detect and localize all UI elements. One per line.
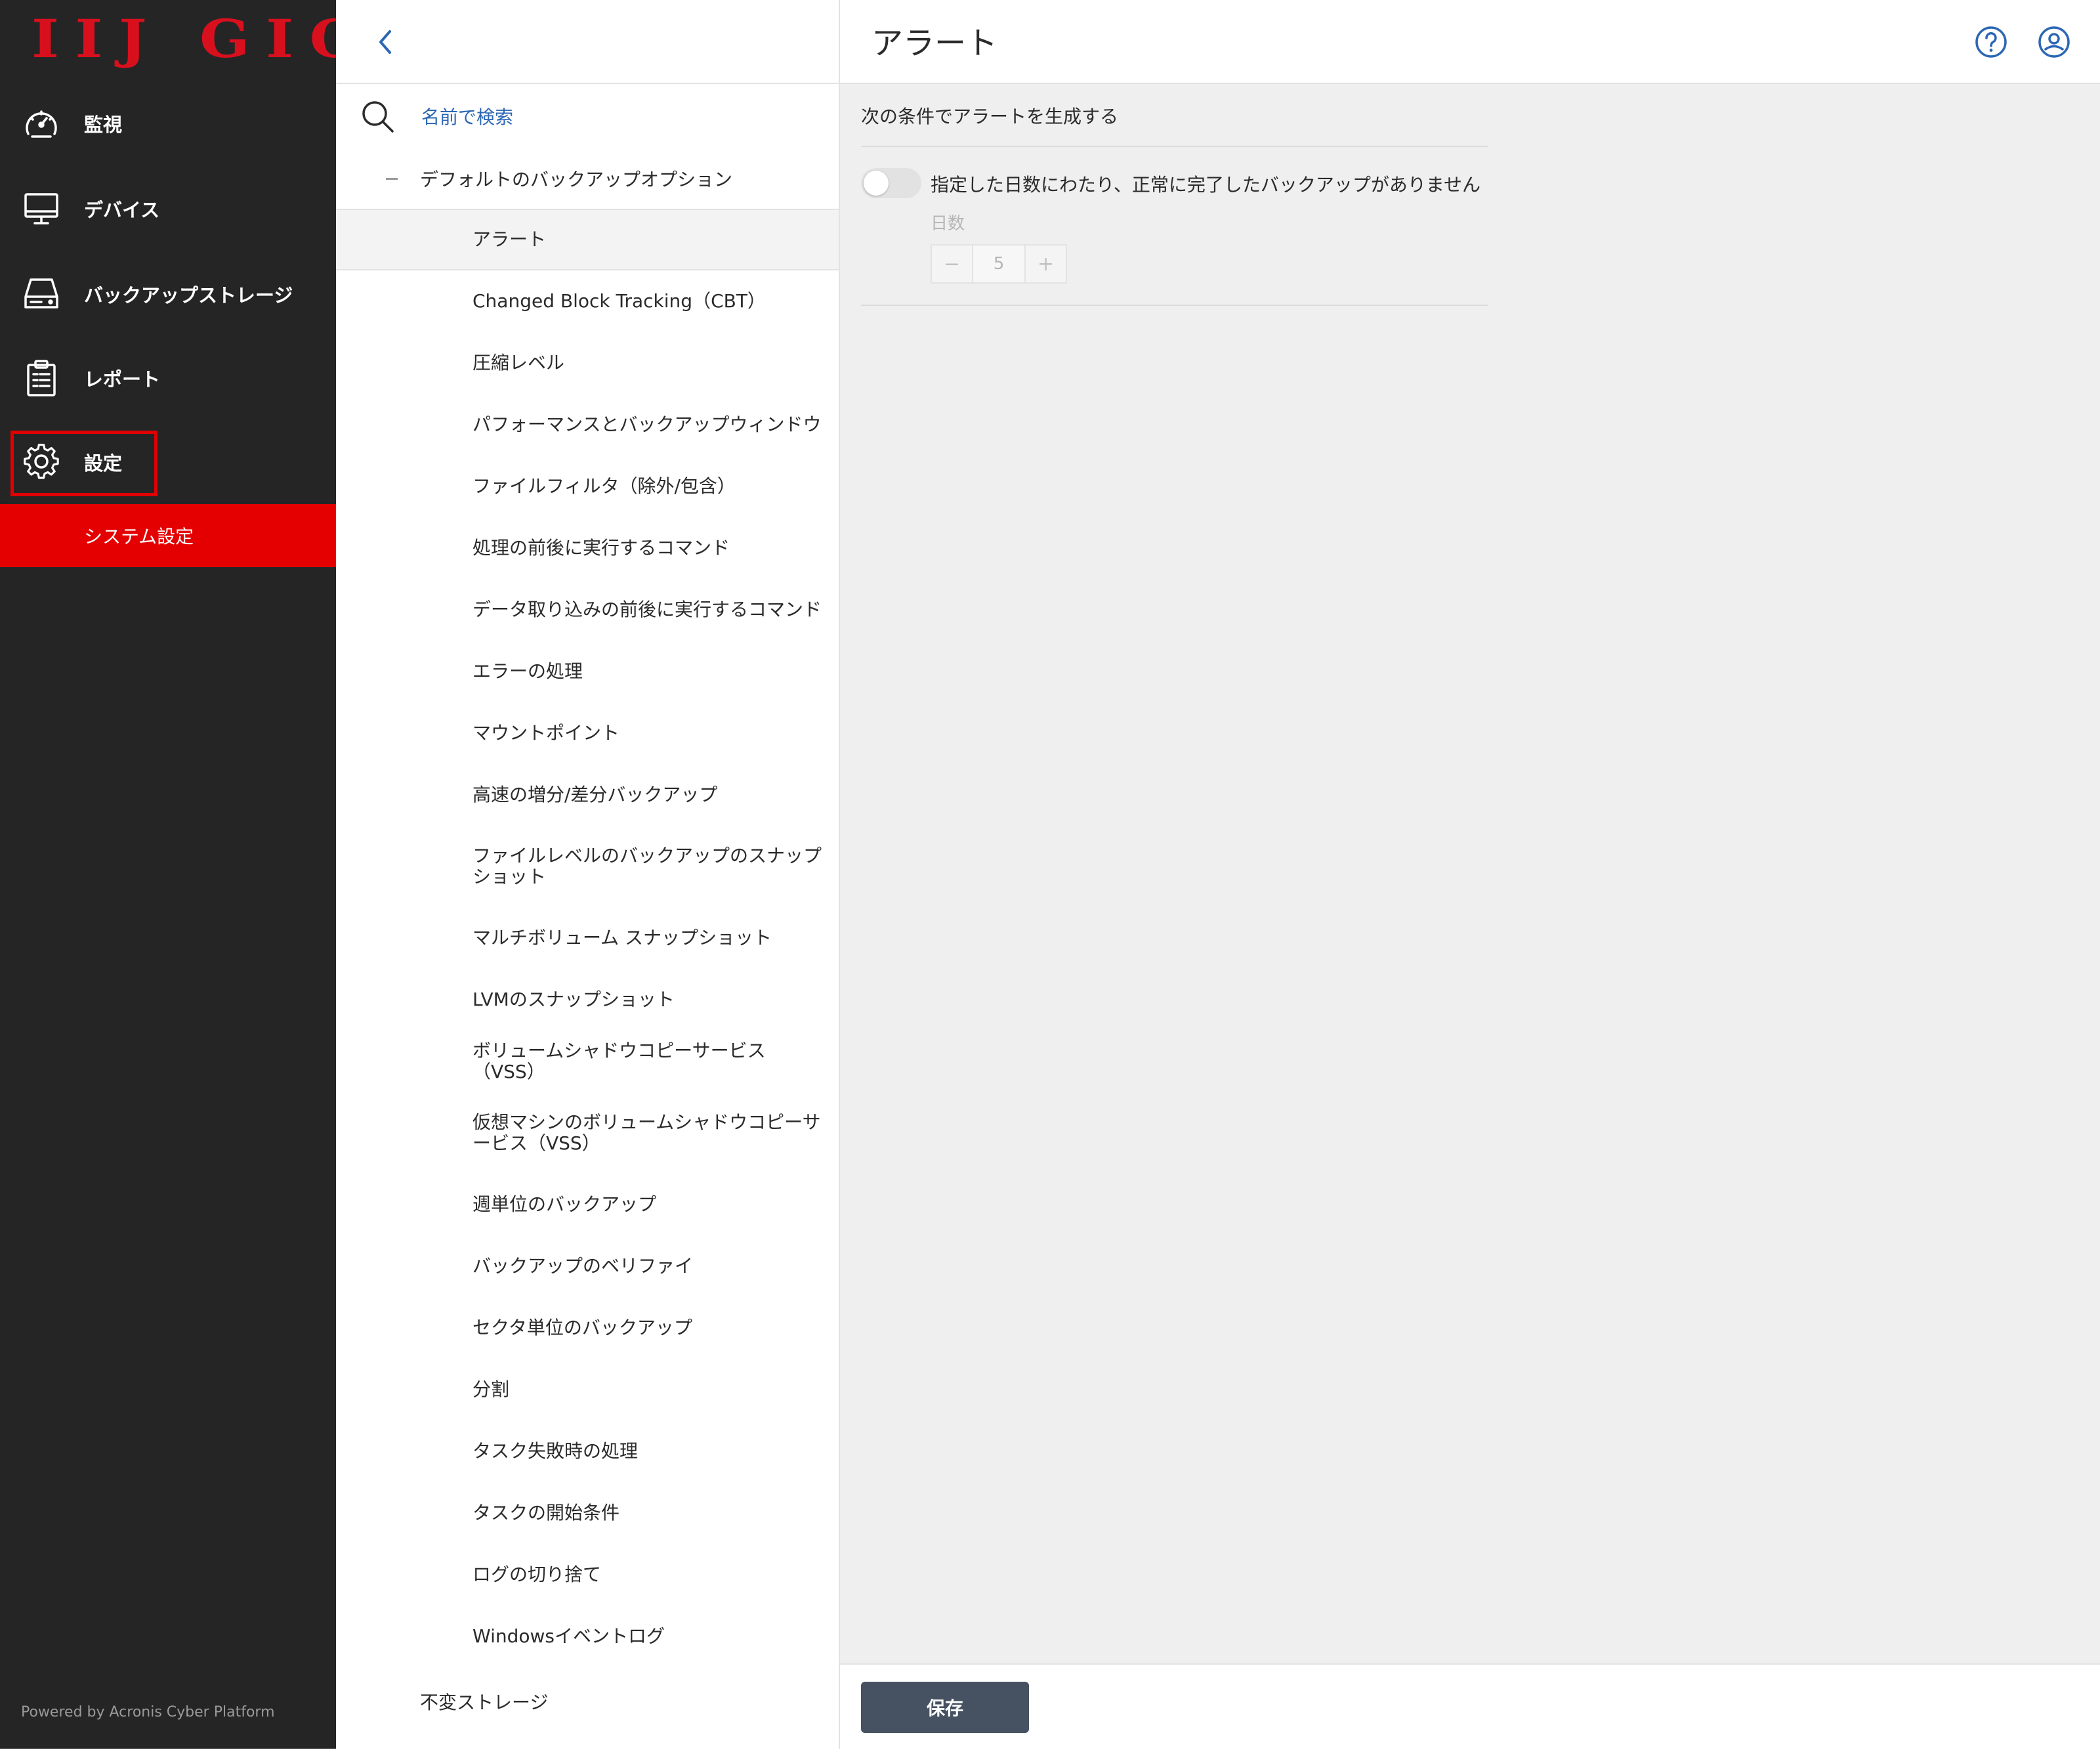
subnav-item-system-settings[interactable]: システム設定 <box>0 504 336 567</box>
tree-item-label: タスクの開始条件 <box>472 1502 620 1524</box>
nav-label: デバイス <box>84 199 160 221</box>
tree-item-label: ボリュームシャドウコピーサービス（VSS） <box>472 1040 766 1082</box>
search-icon <box>362 101 394 133</box>
tree-item-label: ログの切り捨て <box>472 1564 602 1585</box>
sidebar: IIJ GIO 監視 デバイス バックアップストレージ レポート 設定 システム… <box>0 0 361 1749</box>
divider <box>861 146 1488 147</box>
content-header: アラート <box>840 0 2100 84</box>
monitor-icon <box>21 188 62 229</box>
nav-item-backup-storage[interactable]: バックアップストレージ <box>0 257 336 331</box>
nav-label: レポート <box>84 368 161 391</box>
days-value[interactable]: 5 <box>971 245 1026 282</box>
brand-logo[interactable]: IIJ GIO <box>32 12 361 65</box>
divider <box>861 305 1488 306</box>
tree-item-label: データ取り込みの前後に実行するコマンド <box>472 599 822 620</box>
tree-item[interactable]: マウントポイント <box>336 702 839 764</box>
tree-item-label: 分割 <box>472 1378 510 1400</box>
tree-item-label: ファイルレベルのバックアップのスナップショット <box>472 845 822 887</box>
tree-header <box>336 0 839 84</box>
days-label: 日数 <box>931 214 965 234</box>
toggle-label: 指定した日数にわたり、正常に完了したバックアップがありません <box>931 174 1481 196</box>
back-button[interactable] <box>369 25 403 59</box>
footer-bar: 保存 <box>840 1663 2100 1750</box>
tree-item-label: Windowsイベントログ <box>472 1625 665 1647</box>
tree-item-list: アラート Changed Block Tracking（CBT） 圧縮レベル パ… <box>336 209 839 1667</box>
tree-item-label: ファイルフィルタ（除外/包含） <box>472 475 736 497</box>
toggle-knob <box>864 171 889 196</box>
help-icon[interactable] <box>1973 24 2009 60</box>
tree-item[interactable]: Windowsイベントログ <box>336 1606 839 1667</box>
tree-item[interactable]: ログの切り捨て <box>336 1544 839 1606</box>
tree-item-label: 処理の前後に実行するコマンド <box>472 537 730 559</box>
tree-group-label: 不変ストレージ <box>420 1692 549 1713</box>
clipboard-report-icon <box>21 358 62 398</box>
tree-item[interactable]: 高速の増分/差分バックアップ <box>336 764 839 826</box>
tree-item[interactable]: パフォーマンスとバックアップウィンドウ <box>336 394 839 456</box>
subnav-label: システム設定 <box>84 526 194 547</box>
tree-group-default-backup-options[interactable]: デフォルトのバックアップオプション <box>336 148 839 209</box>
tree-item[interactable]: データ取り込みの前後に実行するコマンド <box>336 579 839 641</box>
tree-item[interactable]: 分割 <box>336 1359 839 1420</box>
tree-item[interactable]: バックアップのベリファイ <box>336 1235 839 1297</box>
options-tree-panel: デフォルトのバックアップオプション アラート Changed Block Tra… <box>336 0 840 1749</box>
decrement-button[interactable]: − <box>932 245 972 282</box>
account-icon[interactable] <box>2036 24 2072 60</box>
tree-item-label: Changed Block Tracking（CBT） <box>472 290 766 312</box>
tree-item-label: 仮想マシンのボリュームシャドウコピーサービス（VSS） <box>472 1111 821 1154</box>
tree-item-label: エラーの処理 <box>472 660 583 682</box>
tree-item[interactable]: Changed Block Tracking（CBT） <box>336 270 839 332</box>
tree-item[interactable]: マルチボリューム スナップショット <box>336 907 839 969</box>
tree-item[interactable]: 週単位のバックアップ <box>336 1174 839 1235</box>
tree-item[interactable]: 圧縮レベル <box>336 332 839 394</box>
tree-item[interactable]: タスクの開始条件 <box>336 1482 839 1544</box>
search-input[interactable] <box>420 100 816 134</box>
tree-item[interactable]: ファイルフィルタ（除外/包含） <box>336 456 839 517</box>
nav-label: 監視 <box>84 114 123 136</box>
tree-item-label: マウントポイント <box>472 722 620 744</box>
tree-item-label: 週単位のバックアップ <box>472 1193 657 1215</box>
nav-item-reports[interactable]: レポート <box>0 341 336 415</box>
no-successful-backup-toggle[interactable] <box>861 168 921 198</box>
tree-item[interactable]: タスク失敗時の処理 <box>336 1420 839 1482</box>
tree-item-alert[interactable]: アラート <box>336 209 839 270</box>
nav-label: バックアップストレージ <box>84 284 293 307</box>
nav-item-devices[interactable]: デバイス <box>0 172 336 245</box>
tree-item[interactable]: 仮想マシンのボリュームシャドウコピーサービス（VSS） <box>336 1092 839 1174</box>
powered-by-text: Powered by Acronis Cyber Platform <box>21 1704 275 1720</box>
tree-item-label: マルチボリューム スナップショット <box>472 927 772 949</box>
tree-item[interactable]: ボリュームシャドウコピーサービス（VSS） <box>336 1031 839 1092</box>
alert-condition-heading: 次の条件でアラートを生成する <box>861 106 1119 127</box>
dashboard-gauge-icon <box>21 103 62 144</box>
tree-item[interactable]: エラーの処理 <box>336 641 839 702</box>
tree-item-label: 圧縮レベル <box>472 352 565 373</box>
tree-item-label: 高速の増分/差分バックアップ <box>472 784 718 805</box>
page-title: アラート <box>872 25 998 62</box>
tree-item[interactable]: ファイルレベルのバックアップのスナップショット <box>336 826 839 907</box>
collapse-icon[interactable] <box>386 177 398 180</box>
tree-item-label: バックアップのベリファイ <box>472 1255 694 1277</box>
tree-item-label: パフォーマンスとバックアップウィンドウ <box>472 414 822 435</box>
tree-item-label: アラート <box>472 228 547 250</box>
tree-item-label: LVMのスナップショット <box>472 989 675 1010</box>
tree-item[interactable]: LVMのスナップショット <box>336 969 839 1031</box>
tree-item-label: タスク失敗時の処理 <box>472 1440 639 1462</box>
storage-drive-icon <box>21 274 62 314</box>
nav-item-monitoring[interactable]: 監視 <box>0 87 336 160</box>
days-stepper[interactable]: − 5 + <box>931 244 1067 284</box>
save-button[interactable]: 保存 <box>861 1682 1029 1733</box>
increment-button[interactable]: + <box>1026 245 1066 282</box>
tree-item-label: セクタ単位のバックアップ <box>472 1317 692 1338</box>
tree-search <box>336 84 839 147</box>
tree-group-immutable-storage[interactable]: 不変ストレージ <box>336 1671 839 1732</box>
settings-highlight-box <box>10 431 158 496</box>
tree-item[interactable]: セクタ単位のバックアップ <box>336 1297 839 1359</box>
tree-item[interactable]: 処理の前後に実行するコマンド <box>336 517 839 579</box>
tree-group-label: デフォルトのバックアップオプション <box>420 169 733 190</box>
content-panel: アラート 次の条件でアラートを生成する 指定した日数にわたり、正常に完了したバッ… <box>840 0 2100 1750</box>
chevron-left-icon <box>379 30 391 54</box>
